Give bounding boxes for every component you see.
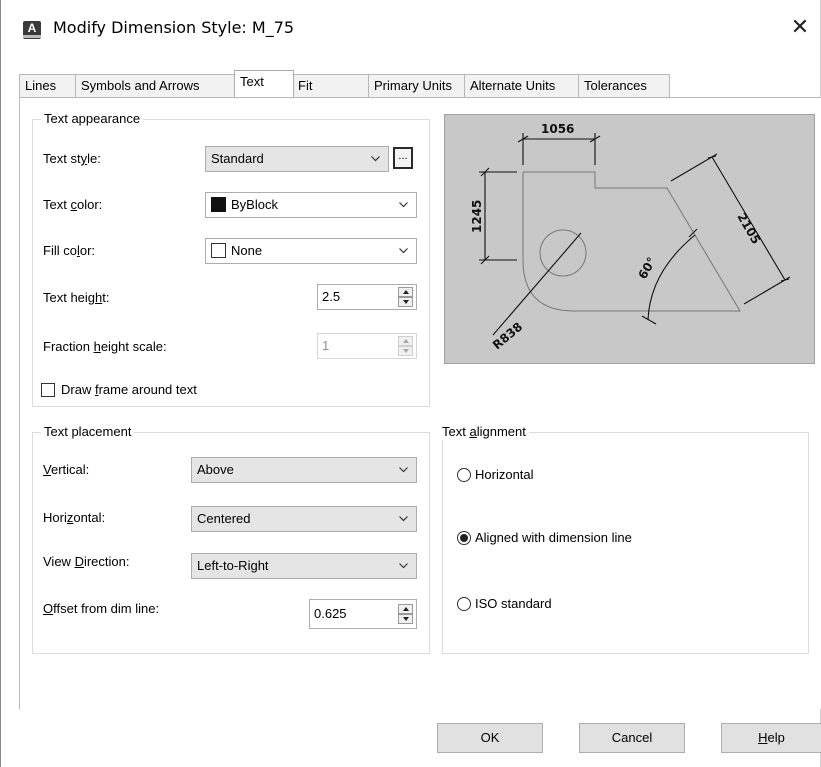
chevron-down-icon xyxy=(399,563,408,569)
chevron-down-icon xyxy=(399,248,408,254)
preview-drawing: 1056 1245 2105 60° R838 xyxy=(470,122,791,353)
tab-fit[interactable]: Fit xyxy=(292,74,369,97)
text-appearance-group: Text appearance Text style: Standard ...… xyxy=(32,111,430,407)
chevron-down-icon xyxy=(399,467,408,473)
offset-value: 0.625 xyxy=(314,606,347,621)
view-direction-value: Left-to-Right xyxy=(197,558,269,573)
text-style-combo[interactable]: Standard xyxy=(205,146,389,172)
text-appearance-title: Text appearance xyxy=(41,111,144,127)
fraction-height-label: Fraction height scale: xyxy=(43,339,167,354)
color-swatch-black xyxy=(211,197,226,212)
preview-dim-radius: R838 xyxy=(490,320,525,353)
cancel-button[interactable]: Cancel xyxy=(579,723,685,753)
text-height-label: Text height: xyxy=(43,290,110,305)
modify-dimension-style-dialog: A Modify Dimension Style: M_75 ✕ Lines S… xyxy=(0,0,821,767)
fraction-height-value: 1 xyxy=(322,338,330,353)
spin-down-icon[interactable] xyxy=(398,614,413,624)
text-style-label: Text style: xyxy=(43,151,101,166)
text-tab-panel: Text appearance Text style: Standard ...… xyxy=(19,97,821,709)
window-title: Modify Dimension Style: M_75 xyxy=(53,18,295,37)
text-placement-group: Text placement Vertical: Above Horizonta… xyxy=(32,424,430,654)
spin-up-icon[interactable] xyxy=(398,287,413,297)
view-direction-label: View Direction: xyxy=(43,554,130,569)
fill-color-label: Fill color: xyxy=(43,243,96,258)
color-swatch-none xyxy=(211,243,226,258)
dimension-preview: 1056 1245 2105 60° R838 xyxy=(444,114,815,364)
text-color-label: Text color: xyxy=(43,197,103,212)
draw-frame-label: Draw frame around text xyxy=(61,382,197,397)
text-height-spinner[interactable]: 2.5 xyxy=(317,284,417,310)
text-style-value: Standard xyxy=(211,151,264,166)
offset-label: Offset from dim line: xyxy=(43,601,160,616)
radio-iso-standard[interactable] xyxy=(457,597,471,611)
text-height-value: 2.5 xyxy=(322,289,341,304)
spin-down-icon xyxy=(398,346,413,356)
app-icon-letter: A xyxy=(27,21,37,35)
spin-up-icon[interactable] xyxy=(398,604,413,614)
horizontal-value: Centered xyxy=(197,511,251,526)
chevron-down-icon xyxy=(399,202,408,208)
tab-alternate-units[interactable]: Alternate Units xyxy=(464,74,579,97)
spin-down-icon[interactable] xyxy=(398,297,413,307)
chevron-down-icon xyxy=(371,156,380,162)
help-button[interactable]: Help xyxy=(721,723,821,753)
radio-aligned-label: Aligned with dimension line xyxy=(475,530,632,545)
title-bar: A Modify Dimension Style: M_75 ✕ xyxy=(1,0,820,58)
tab-primary-units[interactable]: Primary Units xyxy=(368,74,465,97)
preview-dim-1245: 1245 xyxy=(470,200,484,233)
tab-symbols-and-arrows[interactable]: Symbols and Arrows xyxy=(75,74,235,97)
text-alignment-title: Text alignment xyxy=(439,424,529,440)
text-color-combo[interactable]: ByBlock xyxy=(205,192,417,218)
draw-frame-checkbox[interactable] xyxy=(41,383,55,397)
text-alignment-group: Text alignment Horizontal Aligned with d… xyxy=(439,424,809,654)
horizontal-combo[interactable]: Centered xyxy=(191,506,417,532)
tab-lines[interactable]: Lines xyxy=(19,74,76,97)
text-color-value: ByBlock xyxy=(231,197,278,212)
fill-color-combo[interactable]: None xyxy=(205,238,417,264)
tab-text[interactable]: Text xyxy=(234,70,294,98)
ok-button[interactable]: OK xyxy=(437,723,543,753)
fill-color-value: None xyxy=(231,243,263,258)
radio-horizontal-label: Horizontal xyxy=(475,467,534,482)
radio-iso-label: ISO standard xyxy=(475,596,552,611)
chevron-down-icon xyxy=(399,516,408,522)
vertical-value: Above xyxy=(197,462,234,477)
vertical-combo[interactable]: Above xyxy=(191,457,417,483)
close-icon[interactable]: ✕ xyxy=(786,14,814,42)
radio-horizontal[interactable] xyxy=(457,468,471,482)
autocad-app-icon: A xyxy=(23,21,41,39)
vertical-label: Vertical: xyxy=(43,462,90,477)
radio-aligned-with-dimension-line[interactable] xyxy=(457,531,471,545)
horizontal-label: Horizontal: xyxy=(43,510,106,525)
text-style-browse-button[interactable]: ... xyxy=(393,147,413,169)
spin-up-icon xyxy=(398,336,413,346)
text-placement-title: Text placement xyxy=(41,424,135,440)
tab-tolerances[interactable]: Tolerances xyxy=(578,74,670,97)
preview-dim-2105: 2105 xyxy=(734,211,763,247)
fraction-height-spinner: 1 xyxy=(317,333,417,359)
preview-dim-1056: 1056 xyxy=(541,122,574,136)
preview-dim-angle: 60° xyxy=(635,255,658,282)
view-direction-combo[interactable]: Left-to-Right xyxy=(191,553,417,579)
offset-spinner[interactable]: 0.625 xyxy=(309,599,417,629)
